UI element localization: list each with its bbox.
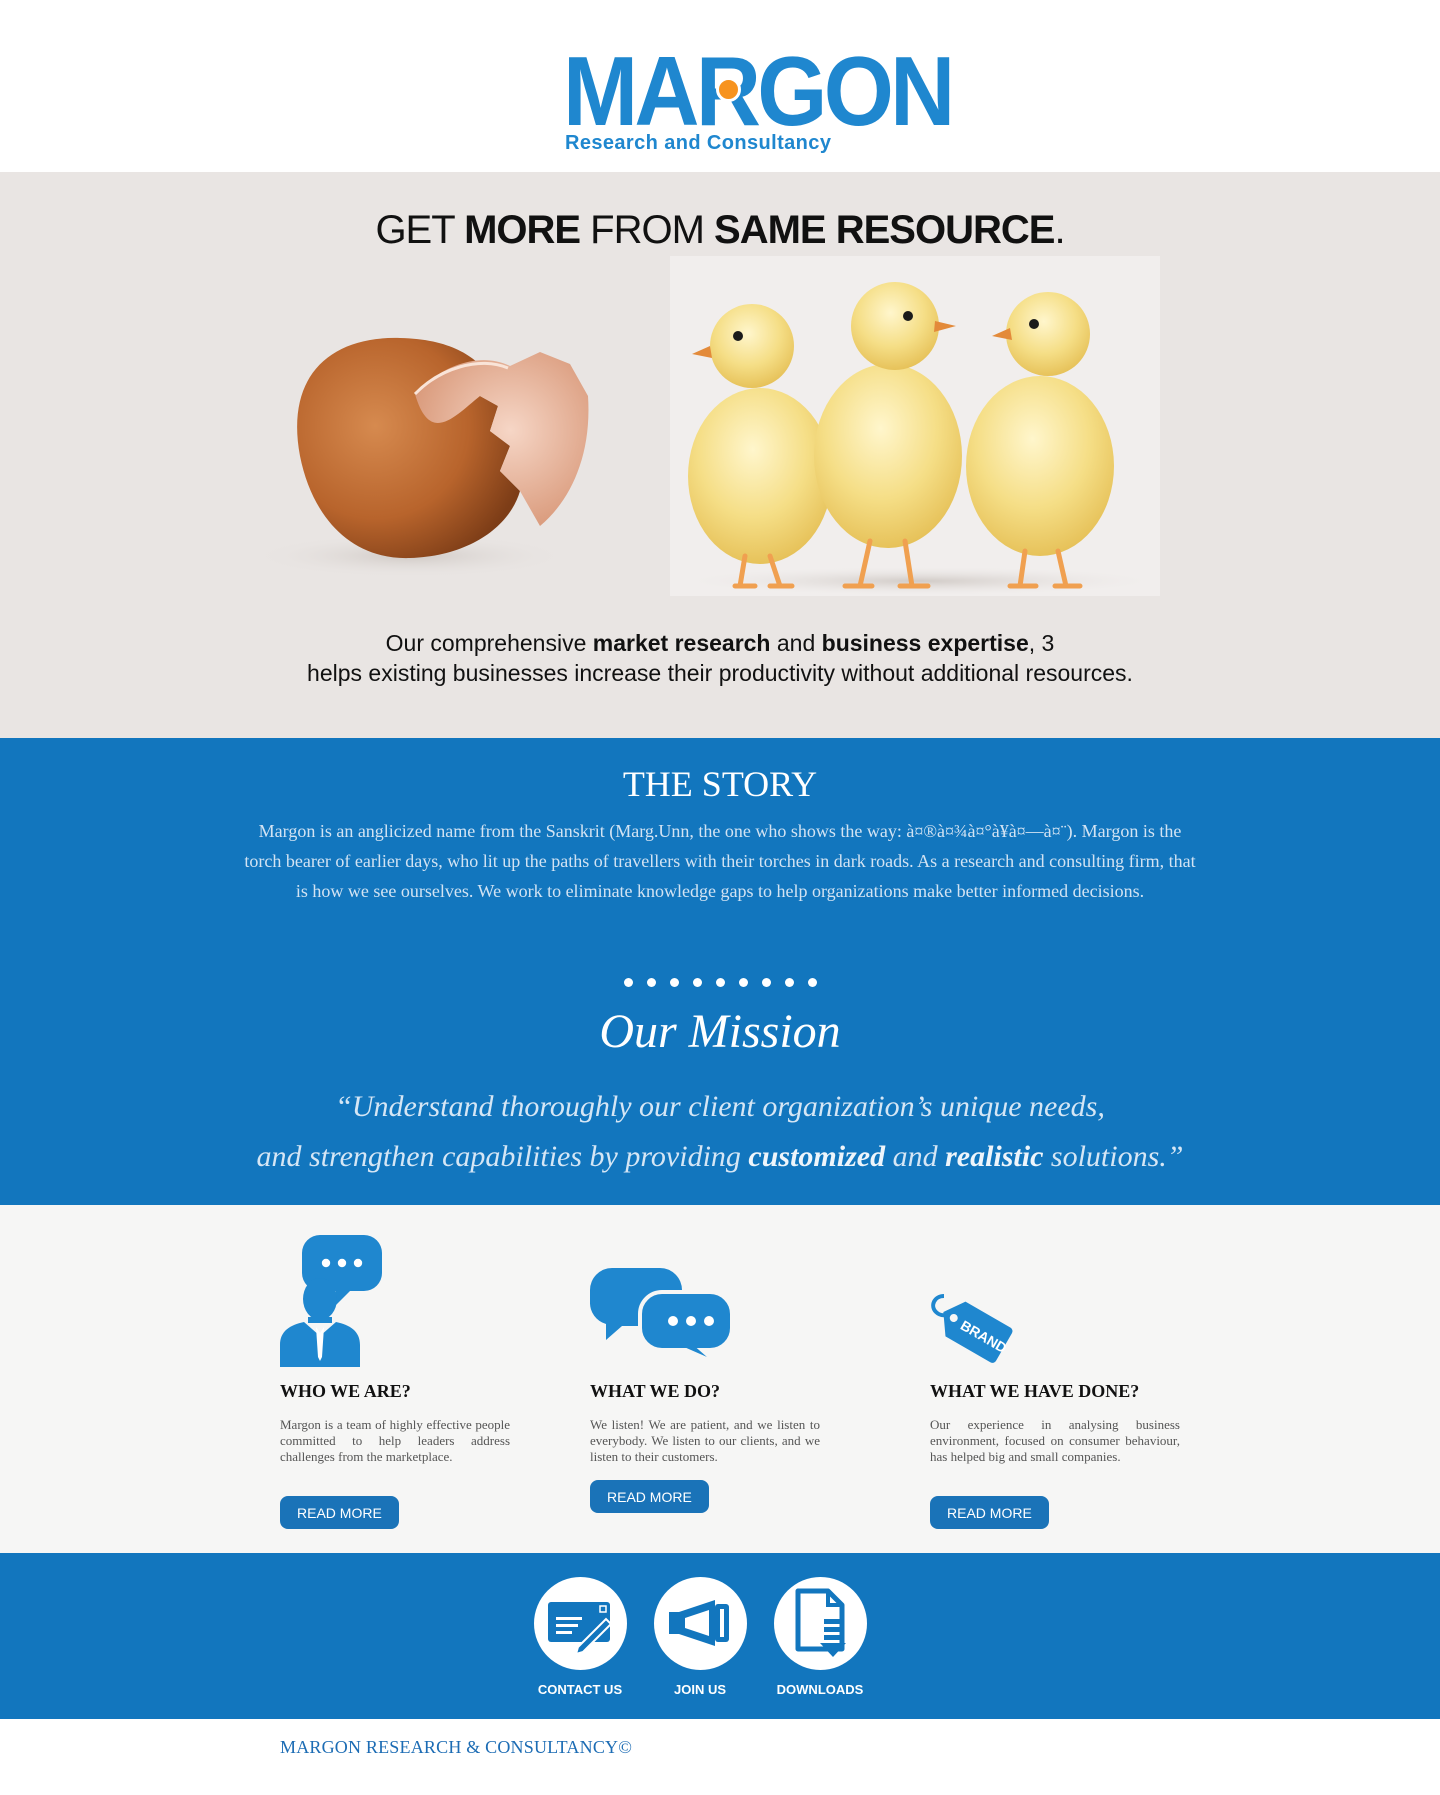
desc-text-and: and [770, 630, 822, 656]
hero-illustration [250, 256, 1160, 596]
read-more-button[interactable]: READ MORE [280, 1496, 399, 1529]
quote-text-e: solutions.” [1043, 1140, 1184, 1173]
feature-who-we-are: WHO WE ARE? Margon is a team of highly e… [280, 1205, 510, 1553]
feature-title: WHAT WE HAVE DONE? [930, 1381, 1140, 1401]
link-label[interactable]: JOIN US [640, 1682, 760, 1697]
divider-dot [646, 978, 656, 987]
mission-title: Our Mission [599, 1005, 841, 1058]
features-section: WHO WE ARE? Margon is a team of highly e… [0, 1205, 1440, 1553]
headline-more: MORE [464, 208, 581, 252]
feature-title: WHAT WE DO? [590, 1381, 721, 1401]
footer-copyright: MARGON RESEARCH & CONSULTANCY© [280, 1737, 633, 1757]
margon-logo[interactable]: MARGON Research and Consultancy [563, 36, 955, 156]
read-more-button[interactable]: READ MORE [930, 1496, 1049, 1529]
feature-text: Our experience in analysing business env… [930, 1417, 1180, 1464]
desc-market-research: market research [592, 630, 771, 656]
logo-wordmark: MARGON [563, 36, 955, 146]
desc-text-e: , 3 [1028, 630, 1055, 656]
site-header: MARGON Research and Consultancy [0, 0, 1440, 172]
link-join-us[interactable]: JOIN US [640, 1577, 760, 1707]
divider-dot [669, 978, 679, 987]
download-document-icon[interactable] [774, 1577, 867, 1670]
quick-links-bar: CONTACT US JOIN US DOWNLOADS [0, 1553, 1440, 1719]
divider-dot [807, 978, 817, 987]
divider-dot [692, 978, 702, 987]
hero-desc-line1: Our comprehensive market research and bu… [0, 628, 1440, 658]
story-title: THE STORY [622, 764, 818, 804]
headline-period: . [1054, 208, 1065, 252]
megaphone-icon[interactable] [654, 1577, 747, 1670]
read-more-button[interactable]: READ MORE [590, 1480, 709, 1513]
dot-divider [0, 974, 1440, 988]
story-text: Margon is an anglicized name from the Sa… [244, 821, 1196, 901]
divider-dot [738, 978, 748, 987]
link-label[interactable]: DOWNLOADS [760, 1682, 880, 1697]
quote-text-a: and strengthen capabilities by providing [256, 1140, 749, 1173]
link-label[interactable]: CONTACT US [520, 1682, 640, 1697]
businessman-speech-icon [280, 1235, 390, 1372]
divider-dot [623, 978, 633, 987]
divider-dot [715, 978, 725, 987]
feature-title: WHO WE ARE? [280, 1381, 411, 1401]
desc-text-a: Our comprehensive [385, 630, 593, 656]
link-downloads[interactable]: DOWNLOADS [760, 1577, 880, 1707]
feature-what-we-do: WHAT WE DO? We listen! We are patient, a… [589, 1205, 820, 1553]
feature-what-we-have-done: BRAND WHAT WE HAVE DONE? Our experience … [930, 1205, 1180, 1553]
hero-banner: GET MORE FROM SAME RESOURCE. Our compreh… [0, 172, 1440, 738]
brand-tag-icon: BRAND [930, 1288, 1026, 1375]
quote-realistic: realistic [945, 1140, 1044, 1173]
hero-description: Our comprehensive market research and bu… [0, 628, 1440, 688]
logo-orange-dot [716, 77, 741, 102]
feature-text: Margon is a team of highly effective peo… [280, 1417, 510, 1464]
headline-get: GET [375, 208, 465, 252]
quote-customized: customized [748, 1140, 886, 1173]
link-contact-us[interactable]: CONTACT US [520, 1577, 640, 1707]
divider-dot [761, 978, 771, 987]
mission-quote-line2: and strengthen capabilities by providing… [0, 1132, 1440, 1182]
hero-desc-line2: helps existing businesses increase their… [307, 660, 1133, 686]
feature-text: We listen! We are patient, and we listen… [590, 1417, 820, 1464]
hero-headline: GET MORE FROM SAME RESOURCE. [0, 206, 1440, 254]
mission-quote-line1: “Understand thoroughly our client organi… [335, 1090, 1105, 1123]
headline-same-resource: SAME RESOURCE [714, 208, 1055, 252]
desc-business-expertise: business expertise [821, 630, 1029, 656]
divider-dot [784, 978, 794, 987]
quote-text-and: and [885, 1140, 946, 1173]
mission-quote: “Understand thoroughly our client organi… [0, 1082, 1440, 1182]
story-section: THE STORY Margon is an anglicized name f… [0, 738, 1440, 1205]
chat-bubbles-icon [589, 1268, 734, 1369]
logo-tagline: Research and Consultancy [565, 132, 832, 154]
headline-from: FROM [580, 208, 715, 252]
contact-card-icon[interactable] [534, 1577, 627, 1670]
site-footer: MARGON RESEARCH & CONSULTANCY© [0, 1719, 1440, 1795]
cracked-egg-shell [250, 337, 589, 578]
